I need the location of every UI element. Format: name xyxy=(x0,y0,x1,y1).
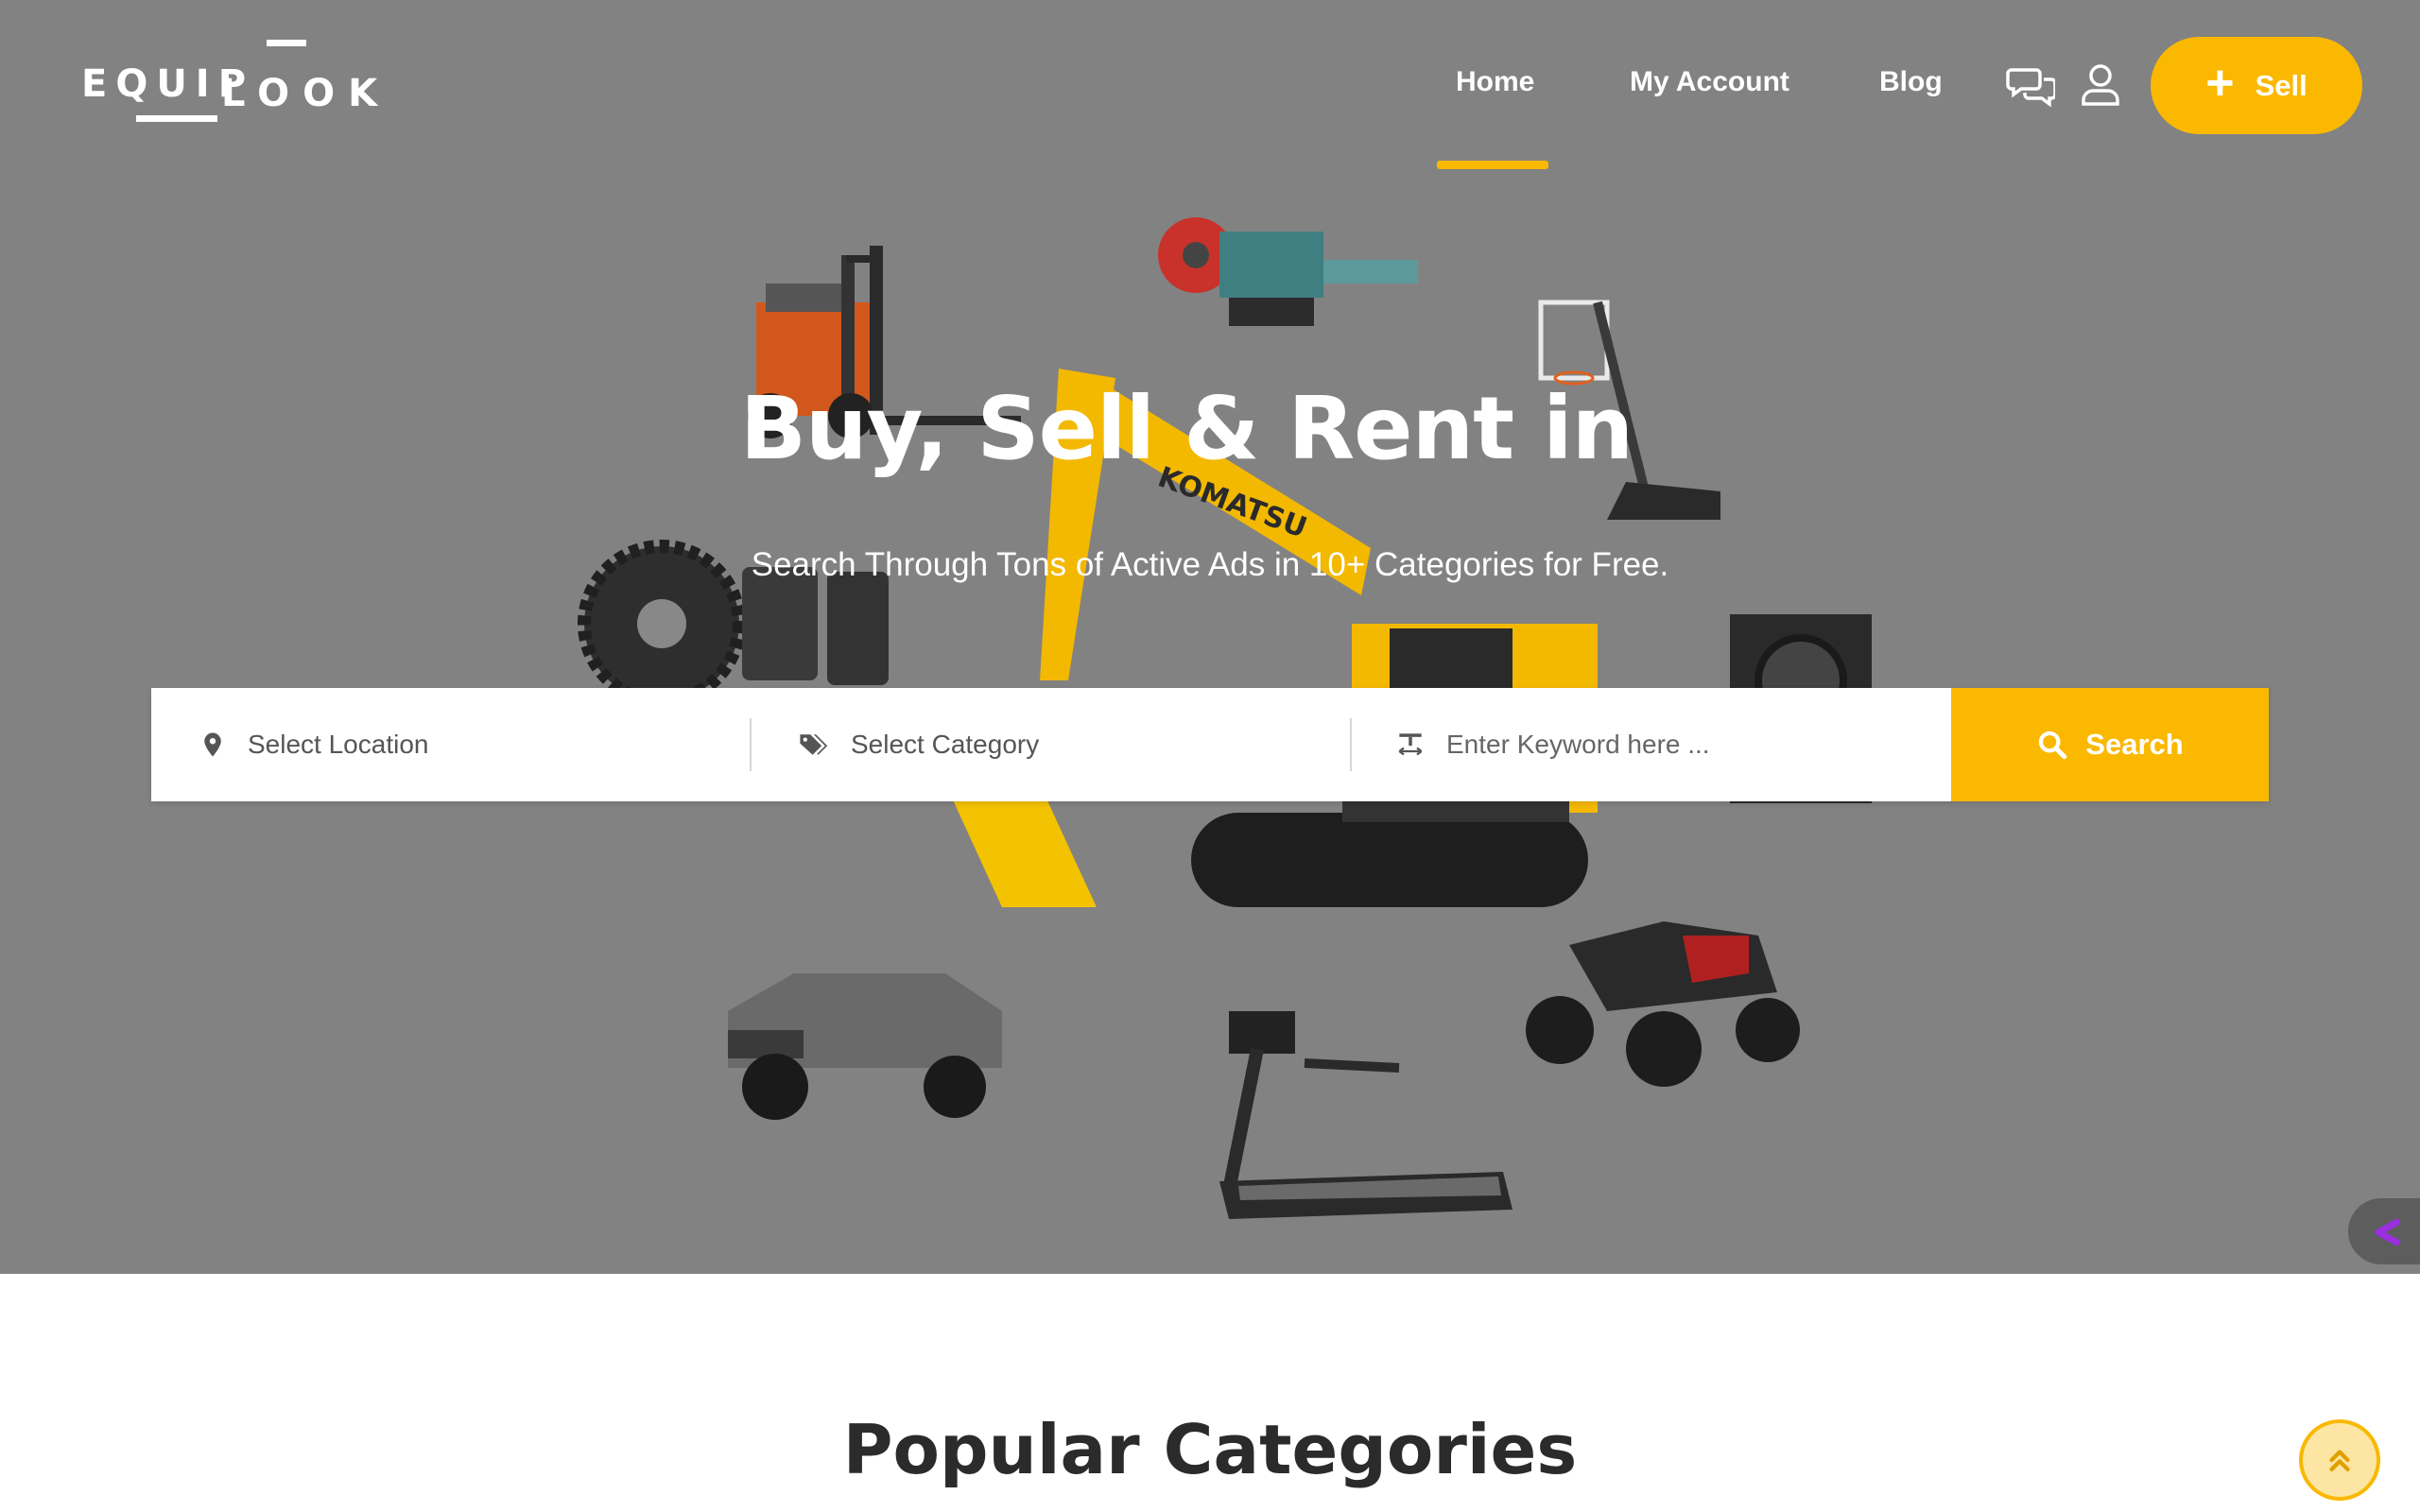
keyword-placeholder: Enter Keyword here ... xyxy=(1446,730,1710,759)
equipment-collage: KOMATSU xyxy=(578,217,1872,1219)
category-select[interactable]: Select Category xyxy=(798,688,1346,801)
user-icon[interactable] xyxy=(2076,60,2125,110)
tags-icon xyxy=(800,734,828,755)
nav-home[interactable]: Home xyxy=(1456,66,1534,98)
nail-machine-image xyxy=(1158,217,1418,326)
hero-section: KOMATSU EQUIP LOOK Home My Account Blog … xyxy=(0,0,2420,1274)
sell-button[interactable]: + Sell xyxy=(2151,37,2362,134)
plus-icon: + xyxy=(2205,55,2235,111)
sell-button-label: Sell xyxy=(2255,68,2308,102)
location-select[interactable]: Select Location xyxy=(199,688,747,801)
nav-blog[interactable]: Blog xyxy=(1879,66,1943,98)
text-width-icon xyxy=(1398,733,1423,756)
search-divider xyxy=(1350,718,1352,771)
nav-my-account[interactable]: My Account xyxy=(1630,66,1789,98)
search-icon xyxy=(2039,730,2067,760)
search-button-label: Search xyxy=(2085,728,2184,761)
quad-bike-image xyxy=(1526,921,1800,1087)
search-divider xyxy=(750,718,752,771)
chat-icon[interactable] xyxy=(2006,60,2055,110)
logo-word-look: LOOK xyxy=(221,72,391,115)
treadmill-image xyxy=(1219,1011,1512,1219)
widget-logo-icon xyxy=(2375,1217,2401,1247)
site-logo[interactable]: EQUIP LOOK xyxy=(81,38,377,129)
hero-headline: Buy, Sell & Rent in xyxy=(739,378,1634,479)
logo-bar-bottom xyxy=(136,115,217,122)
logo-bar-top xyxy=(267,40,306,46)
nav-active-indicator xyxy=(1437,161,1548,169)
category-placeholder: Select Category xyxy=(851,730,1040,759)
popular-categories-title: Popular Categories xyxy=(842,1410,1578,1489)
location-placeholder: Select Location xyxy=(248,730,429,759)
search-button[interactable]: Search xyxy=(1951,688,2269,801)
pickup-truck-image xyxy=(728,973,1002,1120)
location-pin-icon xyxy=(204,732,221,757)
side-widget-tab[interactable] xyxy=(2348,1198,2420,1264)
hero-subheadline: Search Through Tons of Active Ads in 10+… xyxy=(751,546,1669,583)
